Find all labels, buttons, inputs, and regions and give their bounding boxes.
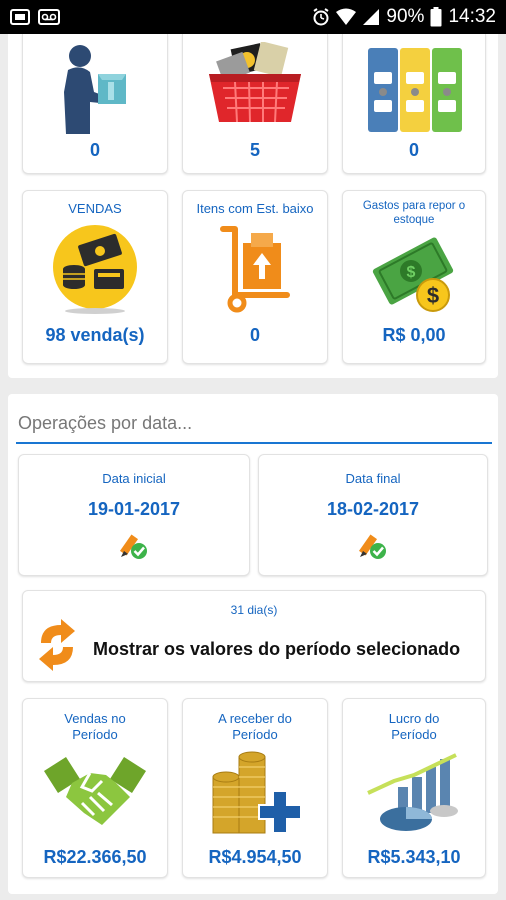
money-coins-icon	[53, 225, 137, 314]
signal-icon	[363, 9, 380, 25]
summary-card-value: 0	[408, 140, 419, 160]
summary-card-restock-expenses[interactable]: Gastos para repor o estoque $ $ R$ 0,00	[342, 190, 486, 364]
notification-icons	[10, 9, 60, 25]
clock: 14:32	[448, 6, 496, 27]
period-card-profit[interactable]: Lucro do Período R$5.343,10	[342, 698, 486, 878]
image-notification-icon	[10, 9, 30, 25]
summary-card-deliveries[interactable]: 0	[22, 34, 168, 174]
date-end-label: Data final	[345, 471, 401, 486]
alarm-icon	[313, 8, 329, 26]
date-start-label: Data inicial	[102, 471, 166, 486]
summary-card-value: 0	[249, 325, 260, 345]
period-panel: Data inicial 19-01-2017 Data final 18-02…	[8, 394, 498, 894]
summary-card-value: R$ 0,00	[382, 325, 446, 345]
period-card-receivables[interactable]: A receber do Período R$4.954,50	[182, 698, 328, 878]
delivery-person-icon	[64, 45, 126, 134]
wifi-icon	[336, 8, 357, 25]
shopping-basket-icon	[209, 42, 301, 123]
battery-icon	[430, 7, 442, 27]
summary-card-binders[interactable]: 0	[342, 34, 486, 174]
summary-card-title: VENDAS	[68, 201, 122, 216]
summary-card-title: Gastos para repor o estoque	[362, 200, 466, 226]
period-card-title: A receber do Período	[218, 711, 292, 742]
hand-truck-icon	[220, 226, 290, 313]
binders-icon	[368, 48, 462, 132]
dollar-bill-icon: $ $	[372, 237, 454, 312]
date-start-card[interactable]: Data inicial 19-01-2017	[18, 454, 250, 576]
svg-text:$: $	[407, 264, 416, 281]
edit-pencil-check-icon	[358, 534, 386, 559]
voicemail-icon	[38, 9, 60, 25]
summary-card-title: Itens com Est. baixo	[196, 201, 314, 216]
growth-chart-icon	[367, 753, 458, 831]
summary-card-sales[interactable]: VENDAS 98 venda(s)	[22, 190, 168, 364]
battery-percentage: 90%	[386, 6, 425, 27]
period-days-count: 31 dia(s)	[230, 603, 278, 617]
date-start-value: 19-01-2017	[87, 499, 181, 519]
summary-panel: 0 5 0 VENDAS 98 venda(s) Itens com Est. …	[8, 34, 498, 378]
edit-pencil-check-icon	[119, 534, 147, 559]
period-card-value: R$22.366,50	[43, 847, 147, 867]
date-end-value: 18-02-2017	[326, 499, 420, 519]
coins-plus-icon	[212, 751, 302, 834]
summary-card-value: 0	[89, 140, 100, 160]
period-card-value: R$5.343,10	[367, 847, 461, 867]
show-period-values-button[interactable]: 31 dia(s) Mostrar os valores do período …	[22, 590, 486, 682]
refresh-arrows-icon	[39, 619, 75, 671]
period-card-value: R$4.954,50	[208, 847, 302, 867]
period-card-title: Vendas no Período	[64, 711, 126, 742]
show-period-values-label: Mostrar os valores do período selecionad…	[93, 639, 461, 659]
system-icons: 90% 14:32	[312, 6, 496, 28]
summary-card-value: 98 venda(s)	[45, 325, 145, 345]
period-card-sales[interactable]: Vendas no Período R$22.366,50	[22, 698, 168, 878]
summary-card-basket[interactable]: 5	[182, 34, 328, 174]
handshake-icon	[44, 757, 146, 825]
svg-text:$: $	[427, 283, 439, 308]
summary-card-value: 5	[249, 140, 260, 160]
summary-card-low-stock[interactable]: Itens com Est. baixo 0	[182, 190, 328, 364]
date-end-card[interactable]: Data final 18-02-2017	[258, 454, 488, 576]
date-search-input[interactable]	[16, 404, 492, 444]
status-bar: 90% 14:32	[0, 0, 506, 34]
period-card-title: Lucro do Período	[388, 711, 440, 742]
